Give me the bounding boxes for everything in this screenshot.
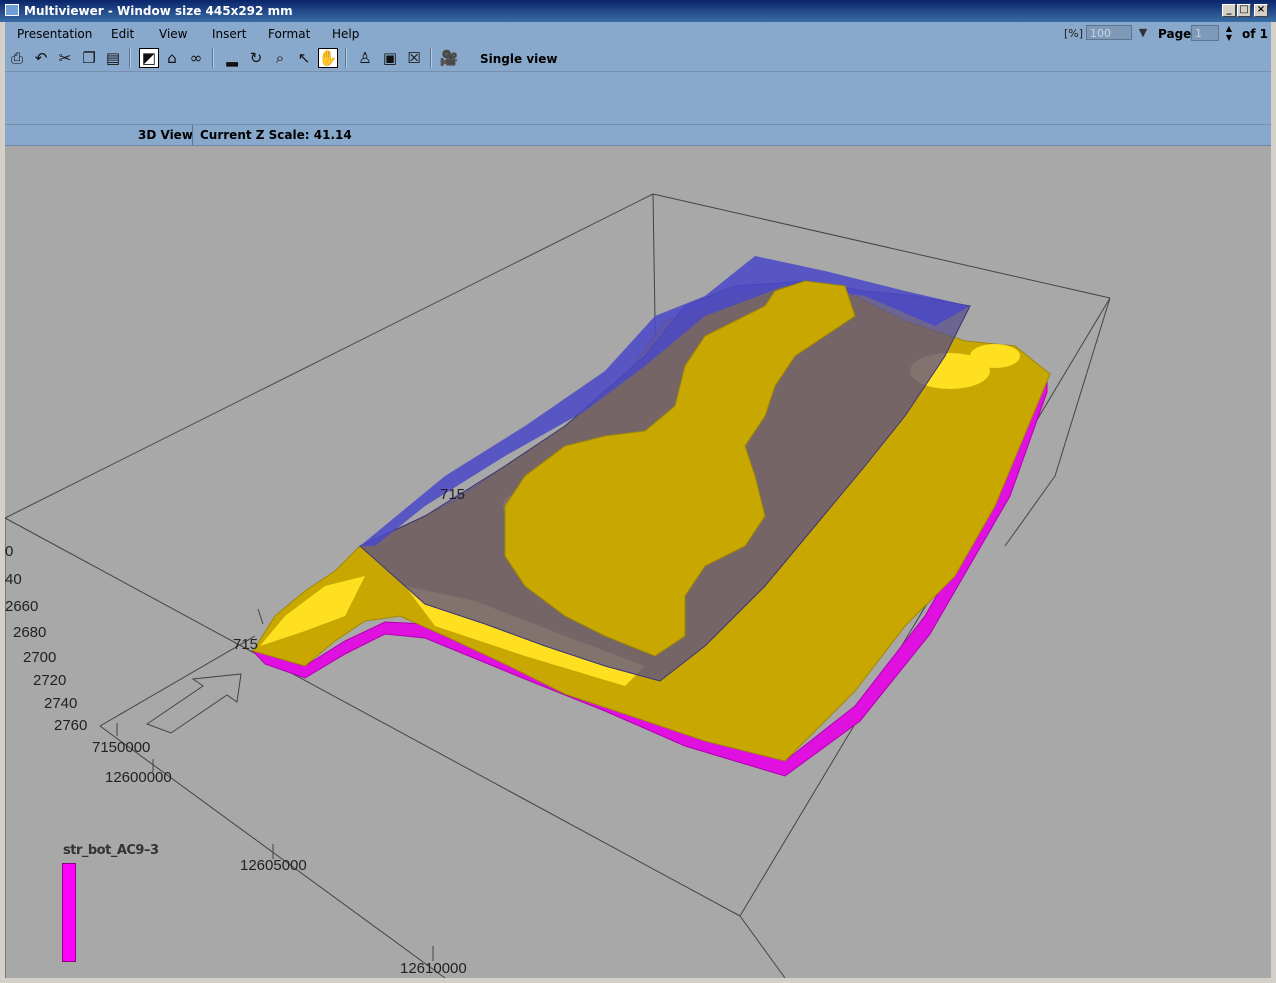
x-tick-label: 12605000 (240, 857, 307, 874)
pointer-icon[interactable]: ↖ (294, 48, 314, 68)
z-tick-label: 2760 (54, 717, 87, 734)
toolbar-separator (430, 48, 432, 68)
empty-panel (5, 72, 1271, 125)
page-input[interactable]: 1 (1191, 25, 1219, 41)
app-icon (5, 4, 19, 16)
z-tick-label: 2700 (23, 649, 56, 666)
rotate-icon[interactable]: ↻ (246, 48, 266, 68)
x-tick-label: 12600000 (105, 769, 172, 786)
zoom-dropdown-icon[interactable]: ▼ (1136, 26, 1150, 39)
zoom-input[interactable]: 100 (1086, 25, 1132, 40)
y-tick-label: 715 (440, 486, 465, 503)
pan-hand-icon[interactable]: ✋ (318, 48, 338, 68)
menu-bar: Presentation Edit View Insert Format Hel… (5, 22, 1271, 45)
toolbar-separator (129, 48, 131, 68)
bucket-icon[interactable]: ♙ (355, 48, 375, 68)
frame-icon[interactable]: ▣ (380, 48, 400, 68)
z-tick-label: 2680 (13, 624, 46, 641)
menu-edit[interactable]: Edit (111, 27, 134, 41)
toolbar-separator (212, 48, 214, 68)
toolbar-separator (345, 48, 347, 68)
3d-viewport[interactable]: 0 40 2660 2680 2700 2720 2740 2760 71500… (5, 146, 1271, 978)
cut-icon[interactable]: ✂ (55, 48, 75, 68)
view-name: 3D View (138, 128, 193, 142)
undo-icon[interactable]: ↶ (31, 48, 51, 68)
z-tick-label: 2660 (5, 598, 38, 615)
paste-icon[interactable]: ▤ (103, 48, 123, 68)
window-frame-right (1271, 22, 1276, 983)
ruler-icon[interactable]: ▂ (222, 48, 242, 68)
title-bar: Multiviewer - Window size 445x292 mm _ □… (0, 0, 1276, 22)
status-bar: 3D View Current Z Scale: 41.14 (5, 125, 1271, 146)
window-title: Multiviewer - Window size 445x292 mm (24, 4, 293, 18)
close-button[interactable]: × (1254, 4, 1268, 17)
page-spinner-icon[interactable]: ▲ ▼ (1222, 24, 1236, 42)
y-tick-label: 7150000 (92, 739, 150, 756)
camera-icon[interactable]: 🎥 (439, 48, 459, 68)
legend-color-swatch (62, 863, 76, 962)
menu-format[interactable]: Format (268, 27, 310, 41)
menu-insert[interactable]: Insert (212, 27, 246, 41)
zoom-unit-label: [%] (1064, 27, 1084, 40)
legend-title: str_bot_AC9–3 (63, 843, 159, 858)
glasses-icon[interactable]: ∞ (186, 48, 206, 68)
direction-arrow (145, 673, 242, 734)
menu-help[interactable]: Help (332, 27, 359, 41)
z-tick-label: 2720 (33, 672, 66, 689)
home-icon[interactable]: ⌂ (162, 48, 182, 68)
maximize-button[interactable]: □ (1237, 4, 1251, 17)
toolbar: ⎙ ↶ ✂ ❐ ▤ ◩ ⌂ ∞ ▂ ↻ ⌕ ↖ ✋ ♙ ▣ ☒ 🎥 Single… (5, 45, 1271, 72)
print-icon[interactable]: ⎙ (7, 48, 27, 68)
y-tick-label: 715 (233, 636, 258, 653)
delete-frame-icon[interactable]: ☒ (404, 48, 424, 68)
select-frame-icon[interactable]: ◩ (139, 48, 159, 68)
zoom-icon[interactable]: ⌕ (270, 48, 290, 68)
minimize-button[interactable]: _ (1222, 4, 1236, 17)
copy-icon[interactable]: ❐ (79, 48, 99, 68)
page-count-label: of 1 (1242, 27, 1268, 41)
single-view-label: Single view (480, 52, 558, 66)
page-label: Page (1158, 27, 1192, 41)
z-tick-label: 40 (5, 571, 22, 588)
status-separator (192, 125, 193, 145)
z-tick-label: 2740 (44, 695, 77, 712)
menu-presentation[interactable]: Presentation (17, 27, 92, 41)
z-tick-label: 0 (5, 543, 13, 560)
x-tick-label: 12610000 (400, 960, 467, 977)
menu-view[interactable]: View (159, 27, 187, 41)
window-frame-bottom (0, 978, 1276, 983)
3d-scene: 0 40 2660 2680 2700 2720 2740 2760 71500… (5, 193, 1111, 978)
z-scale-readout: Current Z Scale: 41.14 (200, 128, 352, 142)
